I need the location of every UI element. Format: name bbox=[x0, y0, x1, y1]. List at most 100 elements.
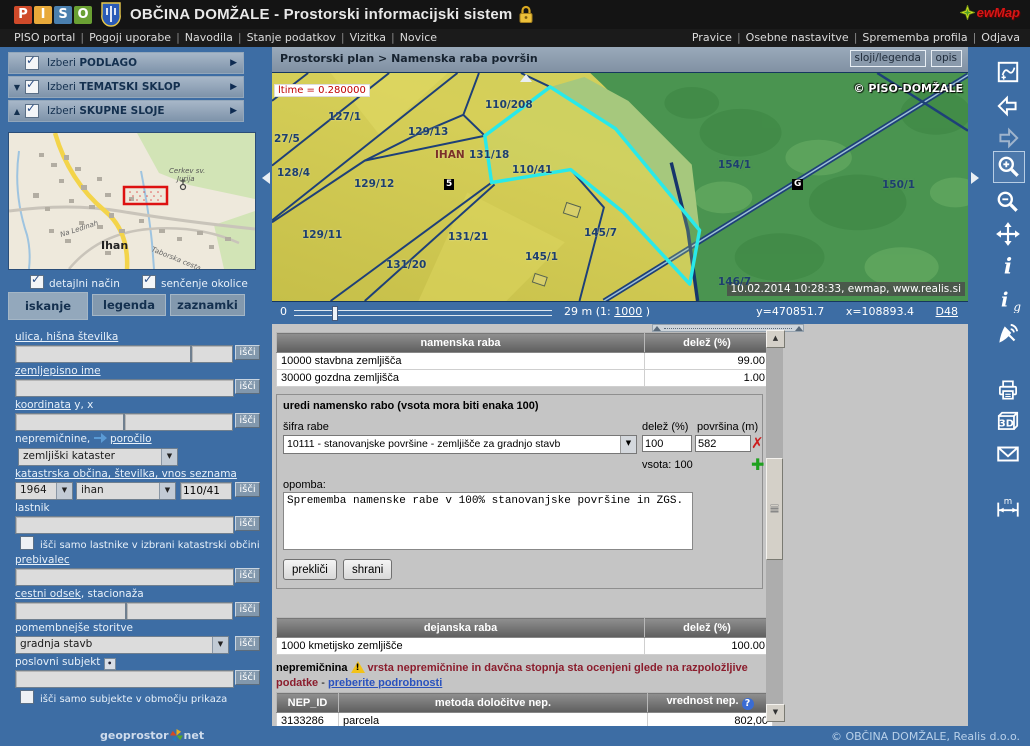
share-input[interactable] bbox=[642, 435, 692, 452]
select-dropdown-icon[interactable]: ▼ bbox=[161, 449, 177, 465]
panel-scrollbar[interactable]: ▲ ▼ bbox=[766, 330, 783, 722]
select-dropdown-icon[interactable]: ▼ bbox=[212, 637, 228, 653]
view-3d-icon[interactable]: 3D bbox=[993, 407, 1023, 437]
info-icon[interactable]: i bbox=[993, 251, 1023, 281]
accordion-tematski-sklop[interactable]: ▼ Izberi TEMATSKI SKLOP ▶ bbox=[8, 76, 244, 98]
gps-icon[interactable] bbox=[993, 319, 1023, 349]
help-icon[interactable]: ? bbox=[742, 698, 754, 710]
stationing-input[interactable] bbox=[126, 602, 233, 620]
select-dropdown-icon[interactable]: ▼ bbox=[56, 483, 72, 499]
menu-item[interactable]: Pogoji uporabe bbox=[89, 31, 171, 44]
checkbox-shading[interactable] bbox=[142, 275, 156, 289]
note-textarea[interactable]: Sprememba namenske rabe v 100% stanovanj… bbox=[283, 492, 693, 550]
menu-item[interactable]: Pravice bbox=[692, 31, 732, 44]
search-services-button[interactable]: išči bbox=[235, 636, 260, 651]
search-placename-button[interactable]: išči bbox=[235, 379, 260, 394]
info-group-icon[interactable]: ig bbox=[993, 285, 1023, 315]
search-road-button[interactable]: išči bbox=[235, 602, 260, 617]
search-business-button[interactable]: išči bbox=[235, 670, 260, 685]
accordion-toggle-icon[interactable]: ▼ bbox=[9, 83, 25, 92]
ko-number-select[interactable]: 1964▼ bbox=[15, 482, 73, 500]
option-shading[interactable]: senčenje okolice bbox=[142, 275, 248, 290]
scrollbar-thumb[interactable] bbox=[766, 458, 783, 560]
report-link[interactable]: poročilo bbox=[110, 433, 152, 445]
checkbox-business-filter[interactable] bbox=[20, 690, 34, 704]
menu-item[interactable]: Navodila bbox=[185, 31, 233, 44]
cancel-button[interactable]: prekliči bbox=[283, 559, 337, 580]
menu-item[interactable]: Odjava bbox=[981, 31, 1020, 44]
parcel-number-input[interactable] bbox=[180, 482, 232, 500]
search-coordinate-button[interactable]: išči bbox=[235, 413, 260, 428]
resident-input[interactable] bbox=[15, 568, 234, 586]
accordion-checkbox[interactable] bbox=[25, 104, 39, 118]
business-filter-option[interactable]: išči samo subjekte v območju prikaza bbox=[20, 690, 227, 705]
delete-row-icon[interactable]: ✗ bbox=[751, 434, 764, 452]
road-section-link[interactable]: cestni odsek bbox=[15, 588, 81, 600]
details-link[interactable]: preberite podrobnosti bbox=[328, 677, 442, 689]
pan-east-arrow[interactable] bbox=[971, 172, 979, 184]
area-input[interactable] bbox=[695, 435, 751, 452]
description-button[interactable]: opis bbox=[931, 50, 962, 67]
measure-icon[interactable]: m bbox=[993, 493, 1023, 523]
zoom-out-icon[interactable] bbox=[993, 187, 1023, 217]
scale-slider[interactable] bbox=[294, 310, 552, 316]
accordion-expand-icon[interactable]: ▶ bbox=[230, 106, 237, 116]
placename-input[interactable] bbox=[15, 379, 234, 397]
scale-slider-thumb[interactable] bbox=[332, 306, 338, 321]
datum-link[interactable]: D48 bbox=[936, 305, 958, 318]
checkbox-owner-filter[interactable] bbox=[20, 536, 34, 550]
print-icon[interactable] bbox=[993, 375, 1023, 405]
tab-iskanje[interactable]: iskanje bbox=[8, 292, 88, 320]
menu-item[interactable]: Vizitka bbox=[350, 31, 386, 44]
menu-item[interactable]: PISO portal bbox=[14, 31, 75, 44]
search-owner-button[interactable]: išči bbox=[235, 516, 260, 531]
business-info-icon[interactable]: • bbox=[104, 658, 116, 670]
coordinate-x-input[interactable] bbox=[124, 413, 233, 431]
pan-icon[interactable] bbox=[993, 219, 1023, 249]
accordion-expand-icon[interactable]: ▶ bbox=[230, 82, 237, 92]
scroll-down-icon[interactable]: ▼ bbox=[766, 704, 785, 722]
coordinate-link[interactable]: koordinata bbox=[15, 399, 71, 411]
back-icon[interactable] bbox=[993, 91, 1023, 121]
tab-legenda[interactable]: legenda bbox=[92, 294, 166, 316]
add-row-icon[interactable]: ✚ bbox=[751, 455, 764, 474]
scale-ratio-link[interactable]: 1000 bbox=[614, 305, 642, 318]
road-section-input[interactable] bbox=[15, 602, 126, 620]
save-button[interactable]: shrani bbox=[343, 559, 392, 580]
menu-item[interactable]: Stanje podatkov bbox=[247, 31, 336, 44]
checkbox-detailed-mode[interactable] bbox=[30, 275, 44, 289]
search-resident-button[interactable]: išči bbox=[235, 568, 260, 583]
business-input[interactable] bbox=[15, 670, 234, 688]
mail-icon[interactable] bbox=[993, 439, 1023, 469]
select-dropdown-icon[interactable]: ▼ bbox=[620, 436, 636, 453]
layers-legend-button[interactable]: sloji/legenda bbox=[850, 50, 926, 67]
cadastre-select[interactable]: zemljiški kataster▼ bbox=[18, 448, 178, 466]
accordion-podlago[interactable]: Izberi PODLAGO ▶ bbox=[8, 52, 244, 74]
services-select[interactable]: gradnja stavb▼ bbox=[15, 636, 229, 654]
select-dropdown-icon[interactable]: ▼ bbox=[159, 483, 175, 499]
land-use-code-select[interactable]: 10111 - stanovanjske površine - zemljišč… bbox=[283, 435, 637, 454]
search-parcel-button[interactable]: išči bbox=[235, 482, 260, 497]
menu-item[interactable]: Novice bbox=[400, 31, 437, 44]
house-number-input[interactable] bbox=[191, 345, 233, 363]
zoom-in-icon[interactable] bbox=[993, 151, 1025, 183]
full-extent-icon[interactable] bbox=[993, 57, 1023, 87]
menu-item[interactable]: Osebne nastavitve bbox=[746, 31, 849, 44]
scroll-up-icon[interactable]: ▲ bbox=[766, 330, 785, 348]
pan-west-arrow[interactable] bbox=[262, 172, 270, 184]
tab-zaznamki[interactable]: zaznamki bbox=[170, 294, 245, 316]
accordion-expand-icon[interactable]: ▶ bbox=[230, 58, 237, 68]
accordion-toggle-icon[interactable]: ▲ bbox=[9, 107, 25, 116]
ko-name-select[interactable]: ihan▼ bbox=[76, 482, 176, 500]
overview-map[interactable]: Cerkev sv. Jurija Ihan Na Ledinah Tabors… bbox=[8, 132, 256, 270]
map-view[interactable]: ltime = 0.280000 © PISO-DOMŽALE 10.02.20… bbox=[272, 72, 968, 302]
owner-input[interactable] bbox=[15, 516, 234, 534]
forward-icon[interactable] bbox=[993, 123, 1023, 153]
owner-filter-option[interactable]: išči samo lastnike v izbrani katastrski … bbox=[20, 536, 260, 551]
accordion-checkbox[interactable] bbox=[25, 56, 39, 70]
accordion-skupne-sloje[interactable]: ▲ Izberi SKUPNE SLOJE ▶ bbox=[8, 100, 244, 122]
menu-item[interactable]: Sprememba profila bbox=[862, 31, 967, 44]
option-detailed-mode[interactable]: detajlni način bbox=[30, 275, 120, 290]
coordinate-y-input[interactable] bbox=[15, 413, 124, 431]
search-street-button[interactable]: išči bbox=[235, 345, 260, 360]
